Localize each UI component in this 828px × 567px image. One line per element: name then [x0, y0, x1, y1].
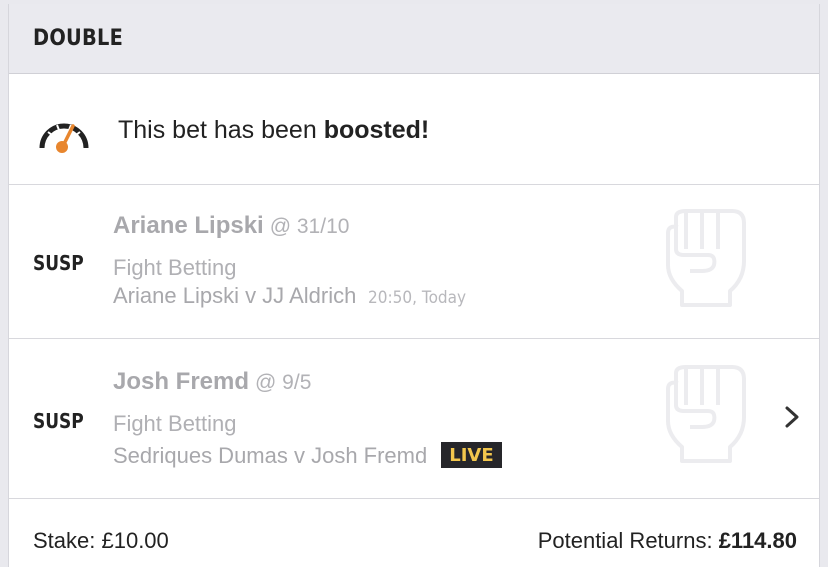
suspended-status: SUSP — [33, 251, 84, 275]
market-name: Fight Betting — [113, 255, 237, 280]
market-name: Fight Betting — [113, 411, 237, 436]
boost-message: This bet has been boosted! — [118, 116, 429, 145]
speedometer-icon — [39, 123, 89, 153]
selection-odds: @ 9/5 — [255, 371, 312, 394]
bet-footer: Stake: £10.00 Potential Returns: £114.80 — [9, 499, 819, 567]
bet-type-title: DOUBLE — [33, 26, 124, 51]
selection-row[interactable]: SUSP Josh Fremd @ 9/5 Fight Betting Sedri… — [9, 339, 819, 499]
stake-label: Stake: — [33, 528, 102, 553]
event-info: Sedriques Dumas v Josh Fremd LIVE — [113, 442, 502, 469]
stake-value: £10.00 — [101, 528, 169, 553]
selection-name-text: Josh Fremd — [113, 368, 250, 395]
event-name: Ariane Lipski v JJ Aldrich — [113, 283, 357, 308]
fist-icon — [666, 209, 746, 307]
event-info: Ariane Lipski v JJ Aldrich 20:50, Today — [113, 283, 477, 309]
chevron-right-icon[interactable] — [783, 405, 801, 429]
returns-value: £114.80 — [718, 528, 797, 553]
live-badge: LIVE — [441, 442, 502, 468]
selection-odds: @ 31/10 — [269, 215, 350, 238]
bet-slip-card: DOUBLE This bet has been boosted! SUSP A… — [8, 4, 820, 567]
potential-returns: Potential Returns: £114.80 — [538, 528, 797, 554]
returns-label: Potential Returns: — [537, 528, 719, 553]
selection-name-text: Ariane Lipski — [113, 212, 264, 239]
stake-amount: Stake: £10.00 — [33, 528, 169, 554]
selection-name: Josh Fremd @ 9/5 — [113, 368, 311, 396]
boost-text-bold: boosted! — [323, 116, 430, 144]
selection-name: Ariane Lipski @ 31/10 — [113, 212, 349, 240]
suspended-status: SUSP — [33, 409, 84, 433]
fist-icon — [666, 365, 746, 463]
selection-row[interactable]: SUSP Ariane Lipski @ 31/10 Fight Betting … — [9, 185, 819, 339]
event-name: Sedriques Dumas v Josh Fremd — [113, 443, 428, 468]
bet-type-header: DOUBLE — [9, 4, 819, 74]
event-time: 20:50, Today — [368, 288, 467, 308]
boost-banner: This bet has been boosted! — [9, 74, 819, 185]
boost-text: This bet has been — [118, 116, 324, 144]
